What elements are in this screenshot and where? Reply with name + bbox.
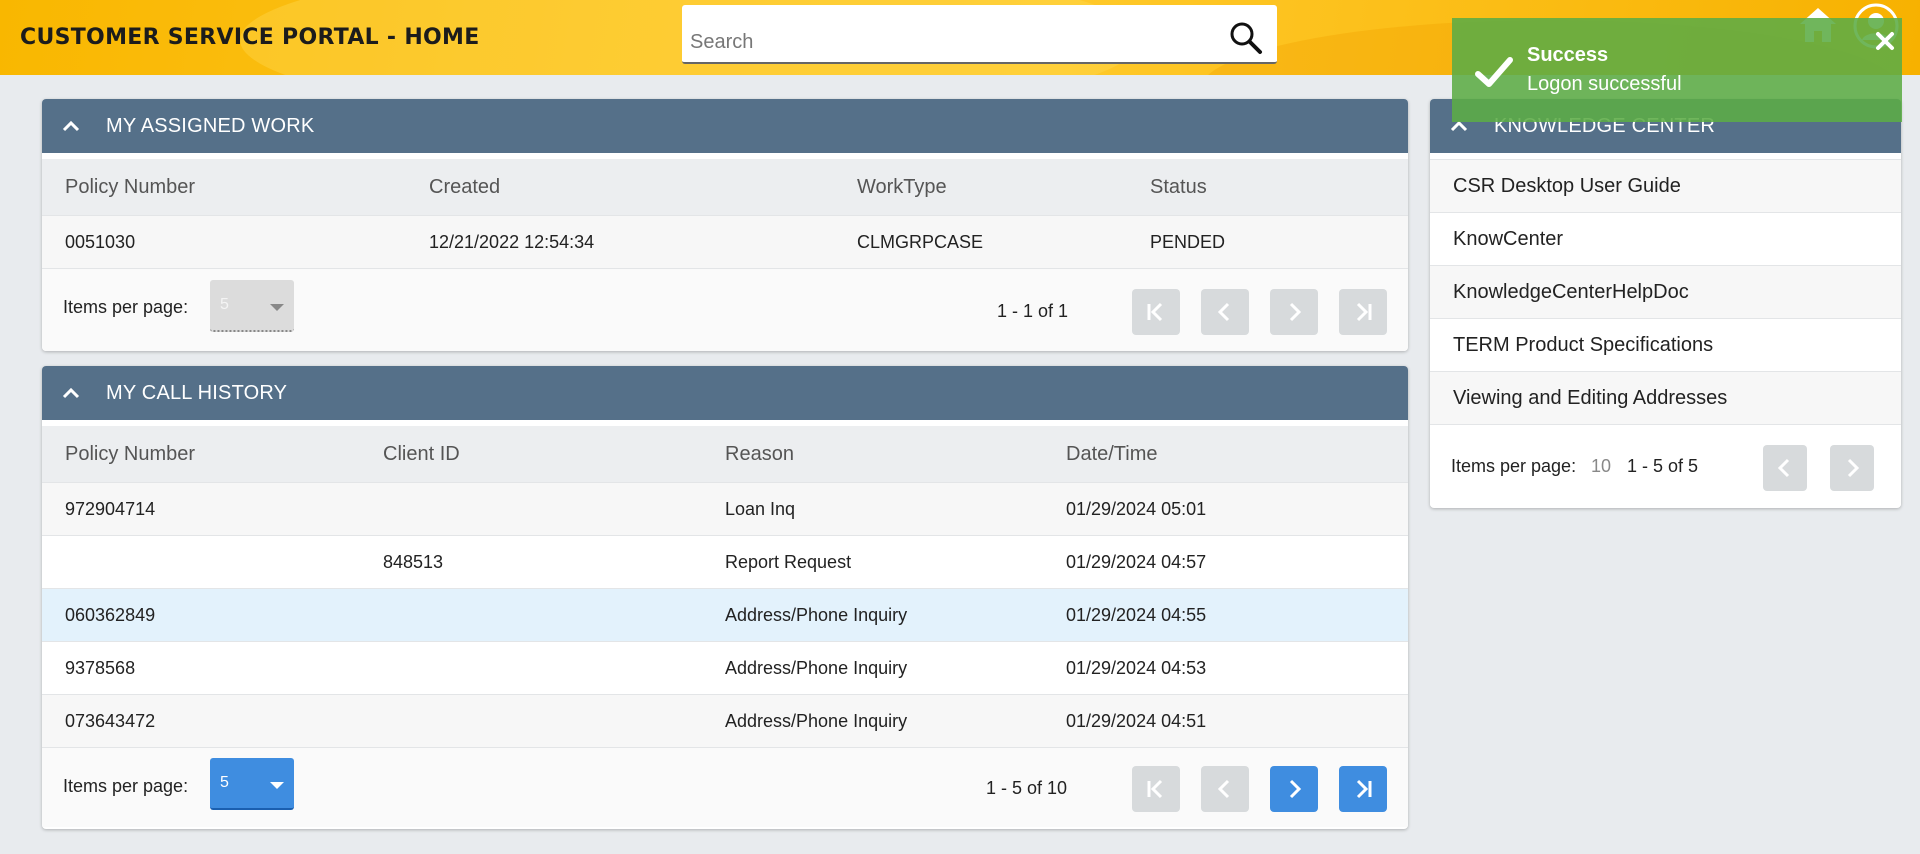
column-header-policy-number[interactable]: Policy Number [65,443,195,466]
prev-page-icon [1777,458,1790,478]
paginator: Items per page: 5 1 - 5 of 10 [42,747,1408,827]
items-per-page-value: 5 [220,774,229,791]
search-input[interactable] [690,27,1210,57]
table-row[interactable]: 0051030 12/21/2022 12:54:34 CLMGRPCASE P… [42,215,1408,268]
knowledge-link[interactable]: Viewing and Editing Addresses [1430,371,1901,424]
search-box [682,5,1277,64]
first-page-icon [1147,779,1163,799]
search-icon[interactable] [1228,20,1264,56]
cell-reason: Report Request [725,551,852,572]
knowledge-link[interactable]: CSR Desktop User Guide [1430,159,1901,212]
check-icon [1475,57,1513,87]
assigned-work-header[interactable]: MY ASSIGNED WORK [42,99,1408,153]
first-page-button[interactable] [1132,766,1180,812]
next-page-icon [1289,302,1302,322]
panel-title: MY CALL HISTORY [106,381,288,404]
toast-title: Success [1527,44,1609,66]
cell-reason: Loan Inq [725,498,796,519]
table-row[interactable]: 073643472 Address/Phone Inquiry 01/29/20… [42,694,1408,747]
toast-message: Logon successful [1527,73,1682,95]
first-page-button[interactable] [1132,289,1180,335]
cell-date-time: 01/29/2024 05:01 [1066,498,1207,519]
paginator: Items per page: 5 1 - 1 of 1 [42,268,1408,351]
page-range: 1 - 5 of 5 [1627,456,1699,476]
items-per-page-value: 5 [220,296,229,313]
knowledge-link[interactable]: KnowledgeCenterHelpDoc [1430,265,1901,318]
last-page-button[interactable] [1339,766,1387,812]
next-page-icon [1847,458,1860,478]
items-per-page-value[interactable]: 10 [1591,456,1611,477]
column-header-reason[interactable]: Reason [725,443,794,466]
next-page-button[interactable] [1830,445,1874,491]
page-title: CUSTOMER SERVICE PORTAL - HOME [20,25,480,50]
close-icon[interactable] [1874,30,1896,52]
items-per-page-label: Items per page: [63,297,189,317]
items-per-page-label: Items per page: [63,776,189,796]
chevron-down-icon [270,782,284,789]
cell-reason: Address/Phone Inquiry [725,604,908,625]
prev-page-button[interactable] [1201,289,1249,335]
call-history-header[interactable]: MY CALL HISTORY [42,366,1408,420]
success-toast[interactable]: Success Logon successful [1452,18,1902,122]
cell-policy-number: 972904714 [65,498,156,519]
page-range: 1 - 5 of 10 [986,778,1068,798]
cell-date-time: 01/29/2024 04:57 [1066,551,1207,572]
cell-client-id: 848513 [383,551,444,572]
chevron-up-icon[interactable] [60,386,82,400]
column-header-worktype[interactable]: WorkType [857,176,947,199]
column-header-status[interactable]: Status [1150,176,1207,199]
items-per-page-select[interactable]: 5 [210,758,294,810]
table-row[interactable]: 972904714 Loan Inq 01/29/2024 05:01 [42,482,1408,535]
prev-page-icon [1217,779,1230,799]
cell-worktype: CLMGRPCASE [857,231,984,252]
cell-date-time: 01/29/2024 04:53 [1066,657,1207,678]
chevron-up-icon[interactable] [60,119,82,133]
last-page-button[interactable] [1339,289,1387,335]
cell-status: PENDED [1150,231,1226,252]
last-page-icon [1356,302,1372,322]
items-per-page-label: Items per page: [1451,456,1577,476]
cell-date-time: 01/29/2024 04:55 [1066,604,1207,625]
prev-page-button[interactable] [1201,766,1249,812]
cell-policy-number: 060362849 [65,604,156,625]
cell-policy-number: 073643472 [65,710,156,731]
first-page-icon [1147,302,1163,322]
paginator: Items per page: 10 1 - 5 of 5 [1430,424,1901,506]
prev-page-button[interactable] [1763,445,1807,491]
prev-page-icon [1217,302,1230,322]
column-header-policy-number[interactable]: Policy Number [65,176,195,199]
next-page-button[interactable] [1270,766,1318,812]
items-per-page-select[interactable]: 5 [210,280,294,332]
cell-policy-number: 9378568 [65,657,136,678]
knowledge-link[interactable]: KnowCenter [1430,212,1901,265]
table-header: Policy Number Created WorkType Status [42,153,1408,215]
column-header-client-id[interactable]: Client ID [383,443,460,466]
call-history-panel: MY CALL HISTORY Policy Number Client ID … [42,366,1408,829]
chevron-down-icon [270,304,284,311]
table-header: Policy Number Client ID Reason Date/Time [42,420,1408,482]
last-page-icon [1356,779,1372,799]
cell-date-time: 01/29/2024 04:51 [1066,710,1207,731]
knowledge-center-panel: KNOWLEDGE CENTER CSR Desktop User Guide … [1430,99,1901,508]
cell-reason: Address/Phone Inquiry [725,710,908,731]
column-header-date-time[interactable]: Date/Time [1066,443,1158,466]
panel-title: MY ASSIGNED WORK [106,114,315,137]
table-row[interactable]: 060362849 Address/Phone Inquiry 01/29/20… [42,588,1408,641]
assigned-work-panel: MY ASSIGNED WORK Policy Number Created W… [42,99,1408,351]
next-page-button[interactable] [1270,289,1318,335]
cell-policy-number: 0051030 [65,231,136,252]
table-row[interactable]: 9378568 Address/Phone Inquiry 01/29/2024… [42,641,1408,694]
cell-created: 12/21/2022 12:54:34 [429,231,595,252]
cell-reason: Address/Phone Inquiry [725,657,908,678]
next-page-icon [1289,779,1302,799]
table-row[interactable]: 848513 Report Request 01/29/2024 04:57 [42,535,1408,588]
column-header-created[interactable]: Created [429,176,500,199]
page-range: 1 - 1 of 1 [997,301,1069,321]
knowledge-link[interactable]: TERM Product Specifications [1430,318,1901,371]
